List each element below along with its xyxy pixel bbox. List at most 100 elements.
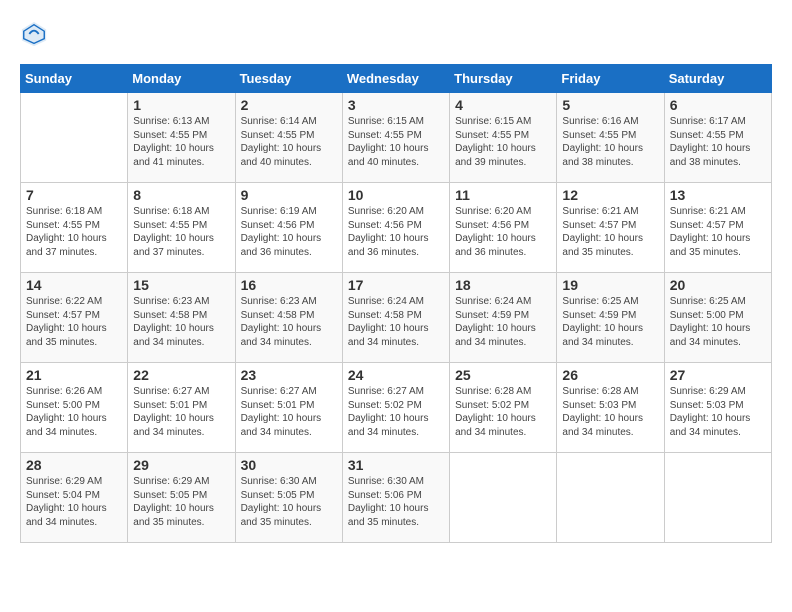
day-info: Sunrise: 6:23 AM Sunset: 4:58 PM Dayligh… bbox=[241, 295, 337, 349]
day-info: Sunrise: 6:21 AM Sunset: 4:57 PM Dayligh… bbox=[562, 205, 658, 259]
calendar-cell bbox=[664, 453, 771, 543]
calendar-cell: 5 Sunrise: 6:16 AM Sunset: 4:55 PM Daylig… bbox=[557, 93, 664, 183]
logo bbox=[20, 20, 52, 48]
calendar-cell: 28Sunrise: 6:29 AM Sunset: 5:04 PM Dayli… bbox=[21, 453, 128, 543]
calendar-cell: 24 Sunrise: 6:27 AM Sunset: 5:02 PM Dayli… bbox=[342, 363, 449, 453]
day-number: 14 bbox=[26, 277, 122, 293]
calendar-table: Sunday Monday Tuesday Wednesday Thursday… bbox=[20, 64, 772, 543]
calendar-cell: 23 Sunrise: 6:27 AM Sunset: 5:01 PM Dayli… bbox=[235, 363, 342, 453]
day-info: Sunrise: 6:23 AM Sunset: 4:58 PM Dayligh… bbox=[133, 295, 229, 349]
col-thursday: Thursday bbox=[450, 65, 557, 93]
day-number: 21 bbox=[26, 367, 122, 383]
day-number: 24 bbox=[348, 367, 444, 383]
calendar-cell bbox=[21, 93, 128, 183]
calendar-cell: 17Sunrise: 6:24 AM Sunset: 4:58 PM Dayli… bbox=[342, 273, 449, 363]
day-info: Sunrise: 6:28 AM Sunset: 5:02 PM Dayligh… bbox=[455, 385, 551, 439]
day-number: 19 bbox=[562, 277, 658, 293]
day-info: Sunrise: 6:25 AM Sunset: 4:59 PM Dayligh… bbox=[562, 295, 658, 349]
day-info: Sunrise: 6:21 AM Sunset: 4:57 PM Dayligh… bbox=[670, 205, 766, 259]
calendar-cell: 6Sunrise: 6:17 AM Sunset: 4:55 PM Daylig… bbox=[664, 93, 771, 183]
day-info: Sunrise: 6:13 AM Sunset: 4:55 PM Dayligh… bbox=[133, 115, 229, 169]
day-number: 18 bbox=[455, 277, 551, 293]
day-number: 30 bbox=[241, 457, 337, 473]
day-number: 2 bbox=[241, 97, 337, 113]
day-number: 16 bbox=[241, 277, 337, 293]
calendar-cell: 26 Sunrise: 6:28 AM Sunset: 5:03 PM Dayli… bbox=[557, 363, 664, 453]
calendar-week-3: 14 Sunrise: 6:22 AM Sunset: 4:57 PM Dayli… bbox=[21, 273, 772, 363]
day-info: Sunrise: 6:18 AM Sunset: 4:55 PM Dayligh… bbox=[133, 205, 229, 259]
col-saturday: Saturday bbox=[664, 65, 771, 93]
calendar-cell: 18 Sunrise: 6:24 AM Sunset: 4:59 PM Dayli… bbox=[450, 273, 557, 363]
calendar-cell: 30 Sunrise: 6:30 AM Sunset: 5:05 PM Dayli… bbox=[235, 453, 342, 543]
day-info: Sunrise: 6:27 AM Sunset: 5:01 PM Dayligh… bbox=[133, 385, 229, 439]
day-number: 17 bbox=[348, 277, 444, 293]
calendar-cell: 31 Sunrise: 6:30 AM Sunset: 5:06 PM Dayli… bbox=[342, 453, 449, 543]
calendar-cell: 15 Sunrise: 6:23 AM Sunset: 4:58 PM Dayli… bbox=[128, 273, 235, 363]
calendar-cell: 11Sunrise: 6:20 AM Sunset: 4:56 PM Dayli… bbox=[450, 183, 557, 273]
day-info: Sunrise: 6:29 AM Sunset: 5:05 PM Dayligh… bbox=[133, 475, 229, 529]
day-number: 22 bbox=[133, 367, 229, 383]
day-number: 23 bbox=[241, 367, 337, 383]
day-number: 10 bbox=[348, 187, 444, 203]
calendar-cell: 12 Sunrise: 6:21 AM Sunset: 4:57 PM Dayli… bbox=[557, 183, 664, 273]
calendar-cell: 25 Sunrise: 6:28 AM Sunset: 5:02 PM Dayli… bbox=[450, 363, 557, 453]
day-number: 9 bbox=[241, 187, 337, 203]
day-number: 5 bbox=[562, 97, 658, 113]
calendar-week-2: 7Sunrise: 6:18 AM Sunset: 4:55 PM Daylig… bbox=[21, 183, 772, 273]
day-info: Sunrise: 6:26 AM Sunset: 5:00 PM Dayligh… bbox=[26, 385, 122, 439]
logo-icon bbox=[20, 20, 48, 48]
calendar-cell: 9 Sunrise: 6:19 AM Sunset: 4:56 PM Daylig… bbox=[235, 183, 342, 273]
calendar-cell: 13 Sunrise: 6:21 AM Sunset: 4:57 PM Dayli… bbox=[664, 183, 771, 273]
day-info: Sunrise: 6:25 AM Sunset: 5:00 PM Dayligh… bbox=[670, 295, 766, 349]
day-number: 12 bbox=[562, 187, 658, 203]
calendar-cell: 4Sunrise: 6:15 AM Sunset: 4:55 PM Daylig… bbox=[450, 93, 557, 183]
calendar-cell: 3 Sunrise: 6:15 AM Sunset: 4:55 PM Daylig… bbox=[342, 93, 449, 183]
day-number: 25 bbox=[455, 367, 551, 383]
day-info: Sunrise: 6:27 AM Sunset: 5:02 PM Dayligh… bbox=[348, 385, 444, 439]
day-info: Sunrise: 6:28 AM Sunset: 5:03 PM Dayligh… bbox=[562, 385, 658, 439]
calendar-week-4: 21 Sunrise: 6:26 AM Sunset: 5:00 PM Dayli… bbox=[21, 363, 772, 453]
day-info: Sunrise: 6:20 AM Sunset: 4:56 PM Dayligh… bbox=[455, 205, 551, 259]
day-number: 15 bbox=[133, 277, 229, 293]
day-number: 28 bbox=[26, 457, 122, 473]
header-row: Sunday Monday Tuesday Wednesday Thursday… bbox=[21, 65, 772, 93]
calendar-cell: 2 Sunrise: 6:14 AM Sunset: 4:55 PM Daylig… bbox=[235, 93, 342, 183]
calendar-cell: 21 Sunrise: 6:26 AM Sunset: 5:00 PM Dayli… bbox=[21, 363, 128, 453]
calendar-week-1: 1Sunrise: 6:13 AM Sunset: 4:55 PM Daylig… bbox=[21, 93, 772, 183]
col-sunday: Sunday bbox=[21, 65, 128, 93]
day-number: 29 bbox=[133, 457, 229, 473]
col-monday: Monday bbox=[128, 65, 235, 93]
day-number: 20 bbox=[670, 277, 766, 293]
day-number: 3 bbox=[348, 97, 444, 113]
calendar-cell: 7Sunrise: 6:18 AM Sunset: 4:55 PM Daylig… bbox=[21, 183, 128, 273]
day-info: Sunrise: 6:20 AM Sunset: 4:56 PM Dayligh… bbox=[348, 205, 444, 259]
day-info: Sunrise: 6:16 AM Sunset: 4:55 PM Dayligh… bbox=[562, 115, 658, 169]
day-info: Sunrise: 6:15 AM Sunset: 4:55 PM Dayligh… bbox=[455, 115, 551, 169]
day-info: Sunrise: 6:27 AM Sunset: 5:01 PM Dayligh… bbox=[241, 385, 337, 439]
col-tuesday: Tuesday bbox=[235, 65, 342, 93]
day-info: Sunrise: 6:22 AM Sunset: 4:57 PM Dayligh… bbox=[26, 295, 122, 349]
day-info: Sunrise: 6:18 AM Sunset: 4:55 PM Dayligh… bbox=[26, 205, 122, 259]
day-number: 31 bbox=[348, 457, 444, 473]
day-info: Sunrise: 6:30 AM Sunset: 5:06 PM Dayligh… bbox=[348, 475, 444, 529]
day-info: Sunrise: 6:19 AM Sunset: 4:56 PM Dayligh… bbox=[241, 205, 337, 259]
calendar-body: 1Sunrise: 6:13 AM Sunset: 4:55 PM Daylig… bbox=[21, 93, 772, 543]
calendar-cell: 19 Sunrise: 6:25 AM Sunset: 4:59 PM Dayli… bbox=[557, 273, 664, 363]
calendar-week-5: 28Sunrise: 6:29 AM Sunset: 5:04 PM Dayli… bbox=[21, 453, 772, 543]
calendar-cell: 1Sunrise: 6:13 AM Sunset: 4:55 PM Daylig… bbox=[128, 93, 235, 183]
day-info: Sunrise: 6:17 AM Sunset: 4:55 PM Dayligh… bbox=[670, 115, 766, 169]
calendar-cell: 29 Sunrise: 6:29 AM Sunset: 5:05 PM Dayli… bbox=[128, 453, 235, 543]
calendar-header: Sunday Monday Tuesday Wednesday Thursday… bbox=[21, 65, 772, 93]
calendar-cell bbox=[557, 453, 664, 543]
calendar-cell: 27Sunrise: 6:29 AM Sunset: 5:03 PM Dayli… bbox=[664, 363, 771, 453]
calendar-cell: 10 Sunrise: 6:20 AM Sunset: 4:56 PM Dayli… bbox=[342, 183, 449, 273]
day-number: 27 bbox=[670, 367, 766, 383]
day-info: Sunrise: 6:15 AM Sunset: 4:55 PM Dayligh… bbox=[348, 115, 444, 169]
day-number: 8 bbox=[133, 187, 229, 203]
day-info: Sunrise: 6:30 AM Sunset: 5:05 PM Dayligh… bbox=[241, 475, 337, 529]
day-info: Sunrise: 6:24 AM Sunset: 4:59 PM Dayligh… bbox=[455, 295, 551, 349]
day-info: Sunrise: 6:14 AM Sunset: 4:55 PM Dayligh… bbox=[241, 115, 337, 169]
day-number: 26 bbox=[562, 367, 658, 383]
calendar-cell: 16 Sunrise: 6:23 AM Sunset: 4:58 PM Dayli… bbox=[235, 273, 342, 363]
day-number: 13 bbox=[670, 187, 766, 203]
